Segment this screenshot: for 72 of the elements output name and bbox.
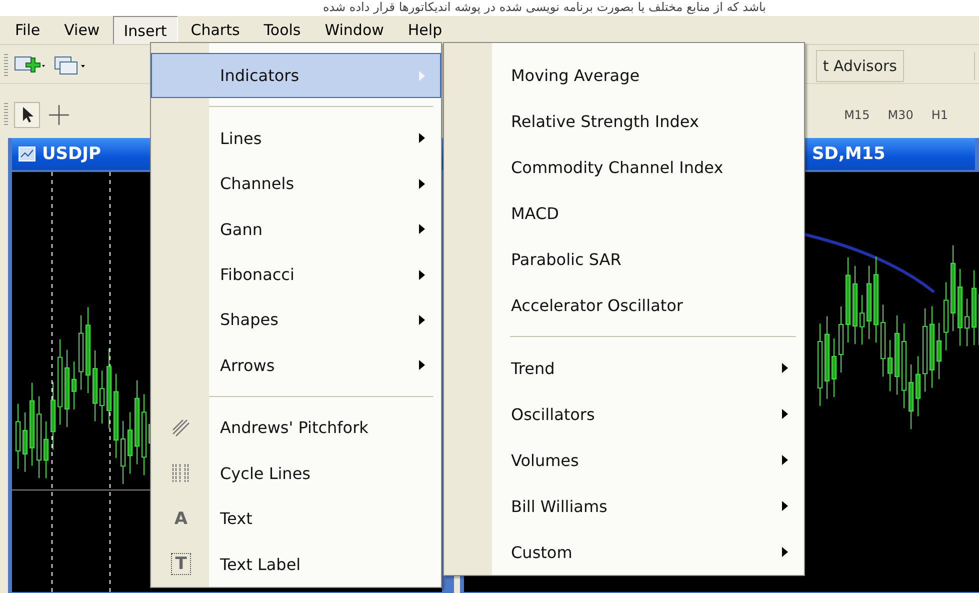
candlestick — [50, 382, 56, 450]
menu-item[interactable]: Parabolic SAR — [444, 236, 804, 283]
candlestick — [964, 298, 970, 347]
submenu-arrow-icon — [781, 500, 789, 512]
submenu-arrow-icon — [418, 132, 426, 144]
menu-item[interactable]: Bill Williams — [444, 483, 804, 530]
menu-item[interactable]: Indicators — [151, 53, 441, 98]
menu-item[interactable]: Trend — [444, 345, 804, 392]
menu-item[interactable]: Tools — [252, 16, 312, 44]
submenu-arrow-icon — [418, 223, 426, 236]
menu-item[interactable]: A Text — [151, 496, 441, 542]
toolbar-grip[interactable] — [4, 103, 8, 127]
candlestick — [22, 412, 28, 472]
candlestick — [128, 412, 132, 474]
menu-item[interactable]: Volumes — [444, 437, 804, 484]
chart-window-title: SD,M15 — [812, 144, 886, 164]
expert-advisors-button[interactable]: t Advisors — [816, 50, 904, 82]
menu-item[interactable]: Insert — [112, 16, 178, 44]
submenu-arrow-icon — [418, 359, 426, 372]
menu-item[interactable]: T Text Label — [151, 542, 441, 587]
menu-item[interactable]: Commodity Channel Index — [444, 144, 804, 191]
candlestick — [944, 282, 948, 351]
submenu-arrow-icon — [781, 362, 789, 374]
text-icon: A — [171, 508, 191, 529]
candlestick — [72, 360, 76, 410]
menu-item[interactable]: View — [53, 16, 111, 44]
menu-item[interactable]: Charts — [180, 16, 251, 44]
candlestick — [860, 294, 864, 346]
candlestick — [888, 340, 892, 392]
candlestick — [120, 420, 126, 485]
menu-item[interactable]: Help — [396, 16, 454, 44]
menu-item[interactable]: Cycle Lines — [151, 450, 441, 496]
caption-text: باشد که از منابع مختلف یا بصورت برنامه نویسی شده در پوشه اندیکاتورها قرار داده شده — [322, 0, 766, 16]
candlestick — [908, 364, 914, 430]
candlestick — [100, 370, 104, 424]
menu-item[interactable]: Gann — [151, 206, 441, 252]
menu-item[interactable]: Oscillators — [444, 391, 804, 438]
menu-item[interactable]: Andrews' Pitchfork — [151, 405, 441, 451]
menu-item[interactable]: Lines — [151, 115, 441, 161]
menu-item[interactable]: MACD — [444, 190, 804, 237]
submenu-arrow-icon — [781, 546, 789, 558]
menu-item[interactable]: Arrows — [151, 342, 441, 388]
menu-item[interactable]: File — [4, 16, 52, 44]
chart-window-icon — [18, 146, 36, 162]
submenu-arrow-icon — [418, 178, 426, 190]
candlestick — [936, 322, 942, 380]
chart-window-title: USDJP — [42, 144, 101, 164]
menu-item[interactable]: Moving Average — [444, 53, 804, 99]
menu-item[interactable]: Fibonacci — [151, 252, 441, 298]
pitchfork-icon — [170, 416, 192, 439]
menu-item[interactable]: Custom — [444, 529, 804, 575]
submenu-arrow-icon — [418, 70, 426, 82]
menu-item[interactable]: Accelerator Oscillator — [444, 282, 804, 328]
submenu-arrow-icon — [781, 408, 789, 420]
cursor-icon[interactable] — [14, 102, 40, 128]
candlestick — [92, 350, 98, 422]
toolbar-grip[interactable] — [4, 54, 8, 78]
crosshair-icon[interactable] — [46, 102, 72, 128]
candlestick — [44, 420, 48, 479]
menu-item[interactable]: Window — [314, 16, 395, 44]
candlestick — [838, 306, 844, 373]
menu-item[interactable]: Shapes — [151, 297, 441, 343]
menu-item[interactable]: Channels — [151, 160, 441, 206]
menu-item[interactable]: Relative Strength Index — [444, 98, 804, 145]
candlestick — [832, 338, 836, 398]
chart-windows-icon[interactable] — [54, 55, 88, 77]
submenu-arrow-icon — [418, 268, 426, 281]
submenu-arrow-icon — [418, 314, 426, 326]
text-label-icon: T — [171, 553, 191, 576]
candlestick — [16, 403, 20, 470]
submenu-arrow-icon — [781, 454, 789, 466]
candlestick — [916, 356, 920, 417]
